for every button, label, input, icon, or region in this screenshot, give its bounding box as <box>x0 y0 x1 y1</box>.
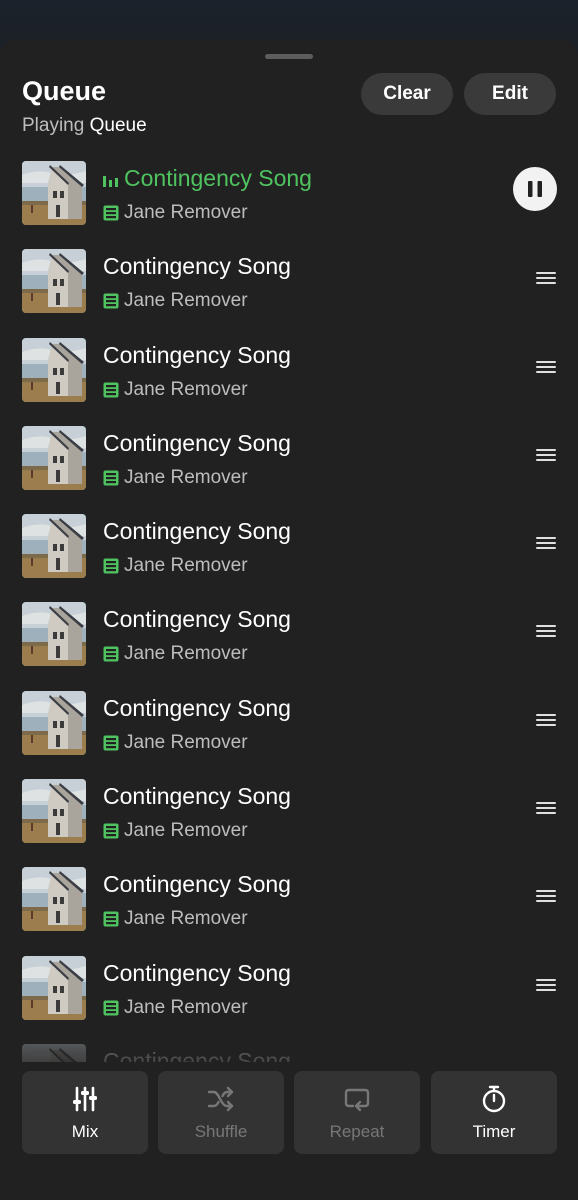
song-title: Contingency Song <box>103 871 291 898</box>
mix-label: Mix <box>71 1121 99 1141</box>
source-icon <box>103 646 119 662</box>
drag-handle-icon[interactable] <box>536 889 556 903</box>
song-title: Contingency Song <box>103 518 291 545</box>
pause-button[interactable] <box>513 167 557 211</box>
pause-icon <box>528 181 542 197</box>
artist-name: Jane Remover <box>124 731 248 753</box>
album-art <box>22 514 86 579</box>
song-title: Contingency Song <box>103 606 291 633</box>
artist-name: Jane Remover <box>124 820 248 842</box>
now-playing-row[interactable]: Contingency Song Jane Remover <box>0 156 578 244</box>
queue-row[interactable]: Contingency Song Jane Remover <box>0 333 578 421</box>
drag-handle-icon[interactable] <box>536 271 556 285</box>
album-art <box>22 425 86 490</box>
clear-button[interactable]: Clear <box>361 73 453 115</box>
repeat-button[interactable]: Repeat <box>294 1071 420 1154</box>
source-icon <box>103 558 119 574</box>
drag-handle-icon[interactable] <box>536 978 556 992</box>
playing-source-prefix: Playing <box>22 115 85 136</box>
album-art <box>22 955 86 1020</box>
song-title: Contingency Song <box>103 783 291 810</box>
artist-name: Jane Remover <box>124 378 248 400</box>
queue-row[interactable]: Contingency Song Jane Remover <box>0 421 578 509</box>
artist-name: Jane Remover <box>124 290 248 312</box>
artist-name: Jane Remover <box>124 466 248 488</box>
drag-handle-icon[interactable] <box>536 801 556 815</box>
artist-name: Jane Remover <box>124 555 248 577</box>
source-icon <box>103 382 119 398</box>
edit-button[interactable]: Edit <box>464 73 556 115</box>
source-icon <box>103 911 119 927</box>
source-icon <box>103 823 119 839</box>
repeat-icon <box>344 1088 370 1111</box>
shuffle-icon <box>207 1086 234 1111</box>
queue-row[interactable]: Contingency Song Jane Remover <box>0 774 578 862</box>
album-art <box>22 690 86 755</box>
playing-source-name: Queue <box>89 115 147 136</box>
artist-name: Jane Remover <box>124 643 248 665</box>
queue-row[interactable]: Contingency Song Jane Remover <box>0 951 578 1039</box>
shuffle-button[interactable]: Shuffle <box>158 1071 284 1154</box>
stopwatch-icon <box>482 1085 506 1112</box>
timer-label: Timer <box>472 1121 516 1141</box>
drag-handle-icon[interactable] <box>536 713 556 727</box>
queue-row[interactable]: Contingency Song Jane Remover <box>0 862 578 950</box>
drag-handle-icon[interactable] <box>536 624 556 638</box>
album-art <box>22 249 86 314</box>
drag-handle-icon[interactable] <box>536 360 556 374</box>
song-title: Contingency Song <box>103 253 291 280</box>
song-title: Contingency Song <box>103 694 291 721</box>
artist-name: Jane Remover <box>124 202 248 223</box>
sliders-icon <box>73 1086 97 1111</box>
queue-sheet: Queue Playing Queue Clear Edit Contingen… <box>0 40 578 1200</box>
queue-controls: Mix Shuffle Repeat Timer <box>0 1062 578 1200</box>
drag-handle-icon[interactable] <box>536 536 556 550</box>
artist-name: Jane Remover <box>124 908 248 930</box>
album-art <box>22 602 86 667</box>
source-icon <box>103 735 119 751</box>
page-title: Queue <box>22 76 107 106</box>
song-title: Contingency Song <box>103 429 291 456</box>
queue-row[interactable]: Contingency Song Jane Remover <box>0 509 578 597</box>
artist-name: Jane Remover <box>124 996 248 1018</box>
queue-row[interactable]: Contingency Song Jane Remover <box>0 244 578 332</box>
shuffle-label: Shuffle <box>194 1121 248 1141</box>
timer-button[interactable]: Timer <box>431 1071 557 1154</box>
source-icon <box>103 1000 119 1016</box>
repeat-label: Repeat <box>329 1121 385 1141</box>
drag-handle-icon[interactable] <box>536 448 556 462</box>
song-title: Contingency Song <box>124 165 312 191</box>
source-icon <box>103 293 119 309</box>
source-icon <box>103 205 119 221</box>
sheet-drag-handle[interactable] <box>265 54 313 59</box>
album-art <box>22 867 86 932</box>
song-title: Contingency Song <box>103 341 291 368</box>
album-art <box>22 337 86 402</box>
album-art <box>22 779 86 844</box>
mix-button[interactable]: Mix <box>22 1071 148 1154</box>
album-art <box>22 161 86 225</box>
playing-source: Playing Queue <box>22 115 147 137</box>
source-icon <box>103 470 119 486</box>
queue-list: Contingency Song Jane Remover Contingenc… <box>0 156 578 1127</box>
song-title: Contingency Song <box>103 959 291 986</box>
equalizer-icon <box>103 176 118 187</box>
queue-row[interactable]: Contingency Song Jane Remover <box>0 597 578 685</box>
queue-row[interactable]: Contingency Song Jane Remover <box>0 686 578 774</box>
